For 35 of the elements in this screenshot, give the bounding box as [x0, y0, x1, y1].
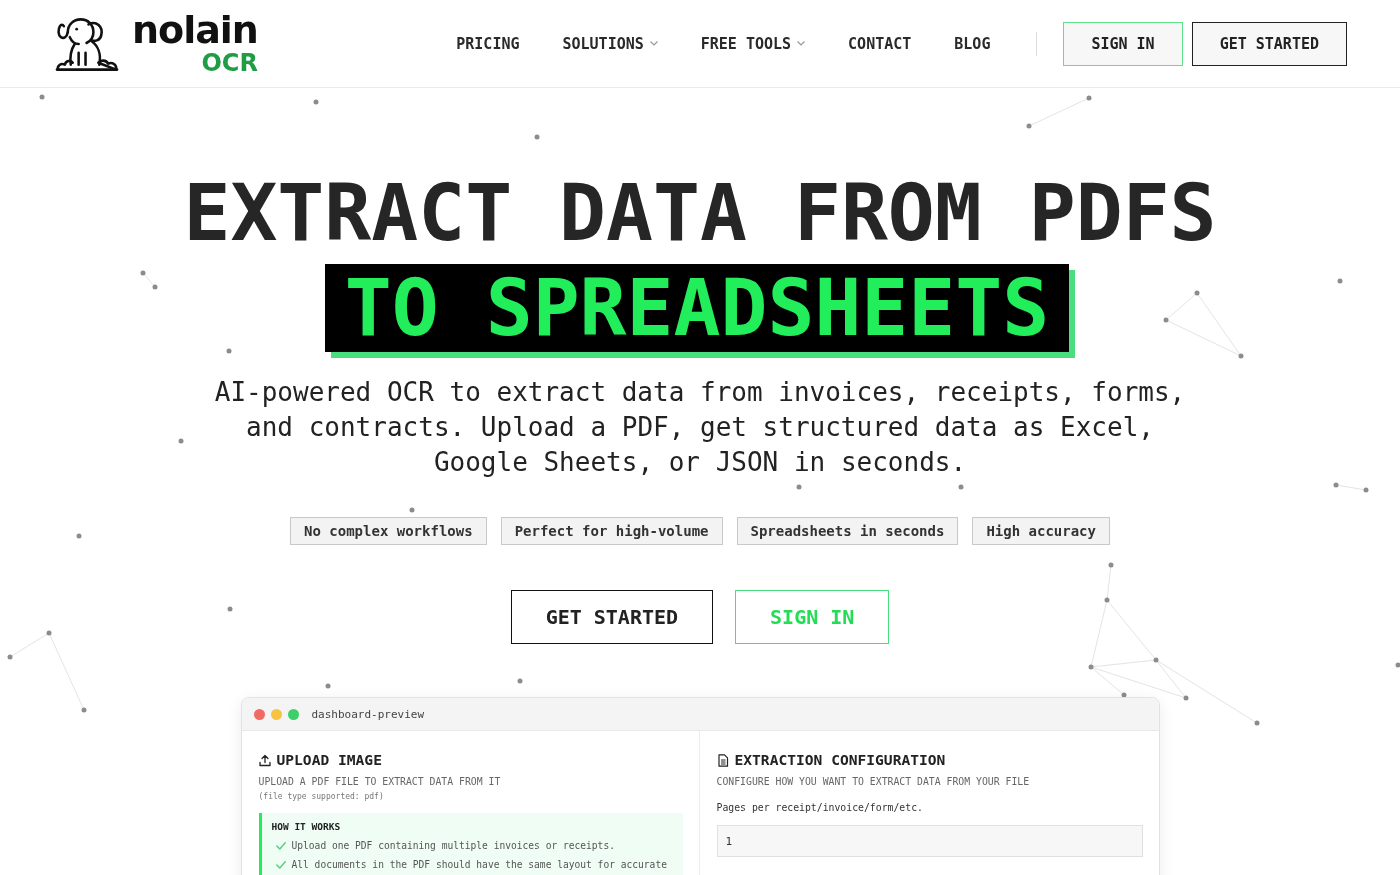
hero-description: AI-powered OCR to extract data from invoices, receipts, forms, and contracts. Upload a PDF, get structured data as Excel, Google Sheets, or JSON in seconds.: [213, 376, 1187, 479]
section-title: UPLOAD IMAGE: [276, 751, 382, 769]
step-text: All documents in the PDF should have the same layout for accurate: [291, 859, 667, 871]
pages-input[interactable]: 1: [716, 825, 1143, 857]
feature-tag: No complex workflows: [290, 517, 487, 545]
nav-link[interactable]: PRICING: [456, 34, 520, 53]
step-text: Upload one PDF containing multiple invoices or receipts.: [291, 840, 615, 852]
section-subtitle: CONFIGURE HOW YOU WANT TO EXTRACT DATA FROM YOUR FILE: [716, 775, 1031, 788]
nav-link[interactable]: CONTACT: [848, 34, 912, 53]
header-button[interactable]: GET STARTED: [1191, 21, 1347, 66]
panel-title: HOW IT WORKS: [271, 821, 342, 833]
hero-title: EXTRACT DATA FROM PDFS: [183, 174, 1217, 252]
section-subtitle: UPLOAD A PDF FILE TO EXTRACT DATA FROM IT: [258, 775, 502, 788]
section-title: EXTRACTION CONFIGURATION: [734, 751, 946, 769]
upload-icon: [258, 753, 271, 767]
feature-tag: Perfect for high-volume: [500, 517, 723, 545]
check-icon: [275, 842, 286, 850]
field-label: Pages per receipt/invoice/form/etc.: [716, 801, 924, 814]
cta-button[interactable]: GET STARTED: [510, 590, 714, 644]
window-title: dashboard-preview: [311, 707, 425, 721]
document-icon: [716, 753, 729, 767]
highlight-title: TO SPREADSHEETS: [324, 264, 1076, 358]
file-type-note: (file type supported: pdf): [258, 791, 385, 802]
nav-link[interactable]: FREE TOOLS: [700, 34, 806, 53]
header-button[interactable]: SIGN IN: [1063, 21, 1183, 66]
feature-tag: Spreadsheets in seconds: [736, 517, 959, 545]
check-icon: [275, 861, 286, 869]
zoom-dot-icon: [287, 708, 299, 720]
nav-link[interactable]: SOLUTIONS: [562, 34, 658, 53]
minimize-dot-icon: [270, 708, 282, 720]
product-name: OCR: [201, 49, 258, 76]
brand-name: nolain: [132, 11, 258, 48]
nav-link[interactable]: BLOG: [954, 34, 991, 53]
close-dot-icon: [253, 708, 265, 720]
feature-tag: High accuracy: [972, 517, 1110, 545]
